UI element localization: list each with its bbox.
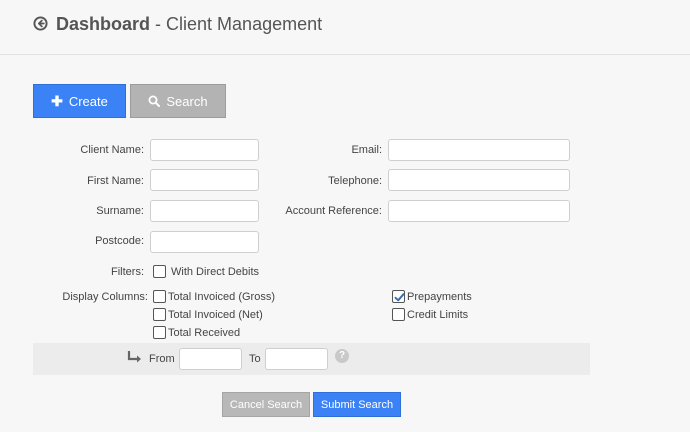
total-received-label[interactable]: Total Received (168, 326, 240, 340)
first-name-label: First Name: (87, 175, 144, 187)
email-input[interactable] (388, 139, 570, 161)
account-reference-input[interactable] (388, 200, 570, 222)
create-button[interactable]: ✚ Create (33, 84, 126, 118)
circle-arrow-left-icon[interactable] (33, 16, 48, 31)
display-columns-label: Display Columns: (62, 291, 148, 303)
account-reference-label: Account Reference: (285, 205, 382, 217)
cancel-search-button[interactable]: Cancel Search (222, 392, 310, 417)
surname-label: Surname: (96, 205, 144, 217)
search-toggle-button[interactable]: Search (130, 84, 226, 118)
plus-icon: ✚ (51, 93, 63, 109)
direct-debits-checkbox[interactable] (153, 265, 166, 278)
checkmark-icon (394, 293, 405, 302)
title-separator: - (150, 14, 167, 34)
total-invoiced-net-checkbox[interactable] (153, 308, 166, 321)
prepayments-checkbox[interactable] (392, 290, 405, 303)
title-section: Client Management (166, 14, 323, 34)
telephone-label: Telephone: (328, 175, 382, 187)
telephone-input[interactable] (388, 169, 570, 191)
to-label: To (249, 353, 261, 365)
page-title: Dashboard - Client Management (56, 13, 322, 35)
filters-label: Filters: (111, 266, 144, 278)
from-input[interactable] (179, 348, 242, 370)
email-label: Email: (351, 144, 382, 156)
prepayments-label[interactable]: Prepayments (407, 290, 472, 304)
credit-limits-checkbox[interactable] (392, 308, 405, 321)
create-button-label: Create (68, 93, 108, 109)
surname-input[interactable] (150, 200, 259, 222)
help-icon[interactable]: ? (335, 349, 349, 363)
direct-debits-label[interactable]: With Direct Debits (171, 265, 259, 279)
to-input[interactable] (265, 348, 328, 370)
credit-limits-label[interactable]: Credit Limits (407, 308, 468, 322)
postcode-label: Postcode: (95, 235, 144, 247)
total-received-checkbox[interactable] (153, 326, 166, 339)
submit-search-button[interactable]: Submit Search (313, 392, 401, 417)
client-name-input[interactable] (150, 139, 259, 161)
from-label: From (149, 353, 175, 365)
total-invoiced-gross-label[interactable]: Total Invoiced (Gross) (168, 290, 275, 304)
client-name-label: Client Name: (80, 144, 144, 156)
first-name-input[interactable] (150, 169, 259, 191)
page-header: Dashboard - Client Management (0, 0, 690, 55)
total-invoiced-net-label[interactable]: Total Invoiced (Net) (168, 308, 263, 322)
postcode-input[interactable] (150, 231, 259, 253)
search-icon (148, 95, 161, 107)
title-dashboard[interactable]: Dashboard (56, 14, 150, 34)
turn-right-arrow-icon (127, 351, 141, 363)
search-toggle-label: Search (166, 93, 208, 109)
total-invoiced-gross-checkbox[interactable] (153, 290, 166, 303)
